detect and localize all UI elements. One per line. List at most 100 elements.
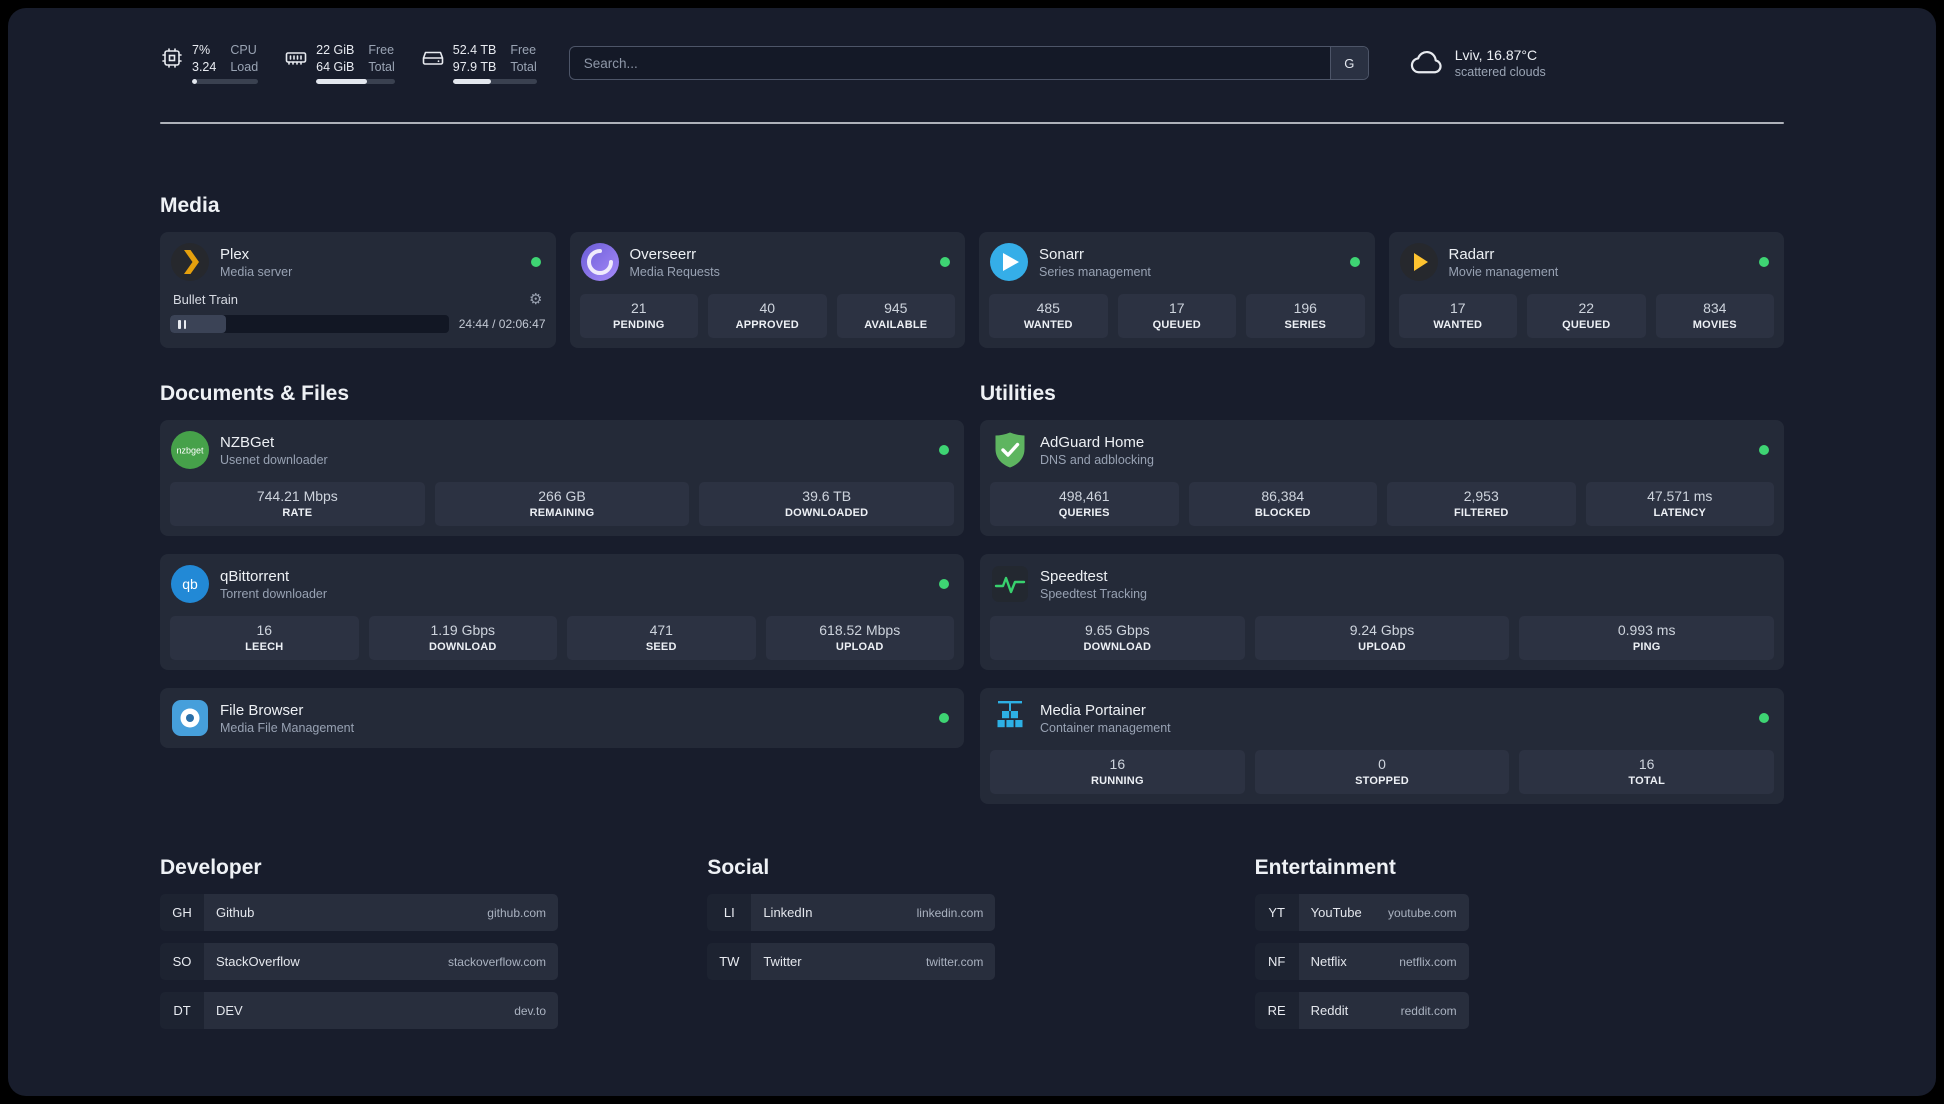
service-name: Sonarr: [1039, 245, 1085, 263]
cpu-load-value: 3.24: [192, 59, 217, 74]
top-bar: 7% 3.24 CPU Load 22 GiB 64 GiB Free Tota…: [160, 42, 1784, 85]
qbittorrent-icon: qb: [170, 564, 210, 604]
disk-free-label: Free: [510, 42, 537, 57]
service-description: DNS and adblocking: [1040, 452, 1154, 467]
card-sonarr: Sonarr Series management 485 WANTED 17 Q…: [979, 232, 1375, 348]
svg-text:qb: qb: [182, 576, 198, 592]
stat-box: 2,953 FILTERED: [1387, 482, 1576, 526]
weather-condition: scattered clouds: [1454, 65, 1546, 79]
bookmark-group-entertainment: Entertainment YT YouTube youtube.com NF N…: [1254, 856, 1784, 1041]
cpu-icon: [160, 46, 184, 70]
status-dot-online: [939, 445, 949, 455]
section-title-social: Social: [707, 856, 770, 879]
stat-box: 1.19 Gbps DOWNLOAD: [368, 616, 557, 660]
bookmark-url: reddit.com: [1400, 1003, 1457, 1018]
now-playing-title: Bullet Train: [173, 292, 239, 307]
bookmark-linkedin[interactable]: LI LinkedIn linkedin.com: [707, 894, 996, 931]
service-name: AdGuard Home: [1040, 433, 1145, 451]
service-description: Movie management: [1448, 264, 1559, 279]
stat-box: 9.24 Gbps UPLOAD: [1254, 616, 1510, 660]
search-input[interactable]: [568, 46, 1369, 80]
stat-box: 21 PENDING: [579, 294, 698, 338]
radarr-link[interactable]: Radarr Movie management: [1399, 242, 1775, 282]
status-dot-online: [939, 579, 949, 589]
weather-widget[interactable]: Lviv, 16.87°C scattered clouds: [1409, 47, 1546, 79]
bookmark-name: StackOverflow: [216, 954, 300, 969]
stat-box: 0.993 ms PING: [1519, 616, 1775, 660]
filebrowser-link[interactable]: File Browser Media File Management: [170, 698, 954, 738]
memory-free-label: Free: [368, 42, 395, 57]
bookmark-youtube[interactable]: YT YouTube youtube.com: [1254, 894, 1469, 931]
service-name: Overseerr: [629, 245, 697, 263]
stat-box: 16 RUNNING: [990, 750, 1245, 794]
memory-free-value: 22 GiB: [316, 42, 355, 57]
playback-progress-bar[interactable]: [170, 315, 449, 333]
status-dot-online: [1759, 257, 1769, 267]
bookmark-netflix[interactable]: NF Netflix netflix.com: [1254, 943, 1469, 980]
qbittorrent-link[interactable]: qb qBittorrent Torrent downloader: [170, 564, 954, 604]
stat-box: 0 STOPPED: [1254, 750, 1510, 794]
plex-now-playing: Bullet Train ⚙: [170, 292, 546, 307]
stat-box: 86,384 BLOCKED: [1188, 482, 1377, 526]
cpu-widget: 7% 3.24 CPU Load: [160, 42, 259, 85]
filebrowser-icon: [170, 698, 210, 738]
bookmark-stackoverflow[interactable]: SO StackOverflow stackoverflow.com: [160, 943, 558, 980]
search-provider-button[interactable]: G: [1329, 47, 1368, 79]
bookmark-url: dev.to: [514, 1003, 546, 1018]
service-description: Series management: [1039, 264, 1151, 279]
stat-box: 744.21 Mbps RATE: [170, 482, 425, 526]
section-title-developer: Developer: [160, 856, 262, 879]
stat-box: 17 WANTED: [1398, 294, 1517, 338]
bookmark-dev[interactable]: DT DEV dev.to: [160, 992, 558, 1029]
card-qbittorrent: qb qBittorrent Torrent downloader 16 LEE…: [160, 554, 964, 670]
search-bar: G: [568, 46, 1369, 80]
bookmark-abbr: DT: [160, 992, 204, 1029]
bookmark-github[interactable]: GH Github github.com: [160, 894, 558, 931]
bookmark-name: Twitter: [763, 954, 802, 969]
svg-text:nzbget: nzbget: [176, 446, 204, 456]
bookmark-twitter[interactable]: TW Twitter twitter.com: [707, 943, 996, 980]
bookmark-reddit[interactable]: RE Reddit reddit.com: [1254, 992, 1469, 1029]
gear-icon[interactable]: ⚙: [529, 292, 542, 307]
section-media: Media Plex Media server Bullet Train ⚙ 2…: [160, 194, 1784, 348]
service-description: Media File Management: [220, 720, 355, 735]
service-name: NZBGet: [220, 433, 275, 451]
nzbget-link[interactable]: nzbget NZBGet Usenet downloader: [170, 430, 954, 470]
cpu-load-label: Load: [230, 59, 259, 74]
stat-box: 16 LEECH: [170, 616, 359, 660]
stat-box: 16 TOTAL: [1519, 750, 1775, 794]
card-overseerr: Overseerr Media Requests 21 PENDING 40 A…: [569, 232, 965, 348]
bookmark-abbr: NF: [1254, 943, 1299, 980]
plex-link[interactable]: Plex Media server: [170, 242, 546, 282]
sonarr-link[interactable]: Sonarr Series management: [989, 242, 1365, 282]
overseerr-link[interactable]: Overseerr Media Requests: [580, 242, 956, 282]
section-title-utilities: Utilities: [980, 382, 1056, 405]
card-portainer: Media Portainer Container management 16 …: [980, 688, 1784, 804]
adguard-link[interactable]: AdGuard Home DNS and adblocking: [990, 430, 1774, 470]
bookmark-name: Netflix: [1310, 954, 1347, 969]
portainer-icon: [990, 698, 1030, 738]
speedtest-icon: [990, 564, 1030, 604]
memory-usage-bar: [316, 79, 395, 85]
disk-free-value: 52.4 TB: [452, 42, 497, 57]
bookmark-group-developer: Developer GH Github github.com SO StackOv…: [160, 856, 689, 1041]
card-plex: Plex Media server Bullet Train ⚙ 24:44 /…: [160, 232, 556, 348]
bookmark-url: netflix.com: [1399, 954, 1457, 969]
stat-box: 834 MOVIES: [1655, 294, 1774, 338]
service-name: Media Portainer: [1040, 701, 1146, 719]
section-title-entertainment: Entertainment: [1254, 856, 1396, 879]
service-name: Speedtest: [1040, 567, 1108, 585]
bookmark-abbr: GH: [160, 894, 204, 931]
overseerr-icon: [580, 242, 620, 282]
speedtest-link[interactable]: Speedtest Speedtest Tracking: [990, 564, 1774, 604]
stat-box: 266 GB REMAINING: [434, 482, 690, 526]
portainer-link[interactable]: Media Portainer Container management: [990, 698, 1774, 738]
card-adguard: AdGuard Home DNS and adblocking 498,461 …: [980, 420, 1784, 536]
bookmark-abbr: SO: [160, 943, 204, 980]
service-description: Container management: [1040, 720, 1171, 735]
bookmark-url: twitter.com: [925, 954, 984, 969]
cpu-usage-bar: [192, 79, 259, 85]
section-documents: Documents & Files nzbget NZBGet Usenet d…: [160, 382, 964, 804]
pause-icon[interactable]: [178, 319, 186, 329]
section-title-documents: Documents & Files: [160, 382, 350, 405]
